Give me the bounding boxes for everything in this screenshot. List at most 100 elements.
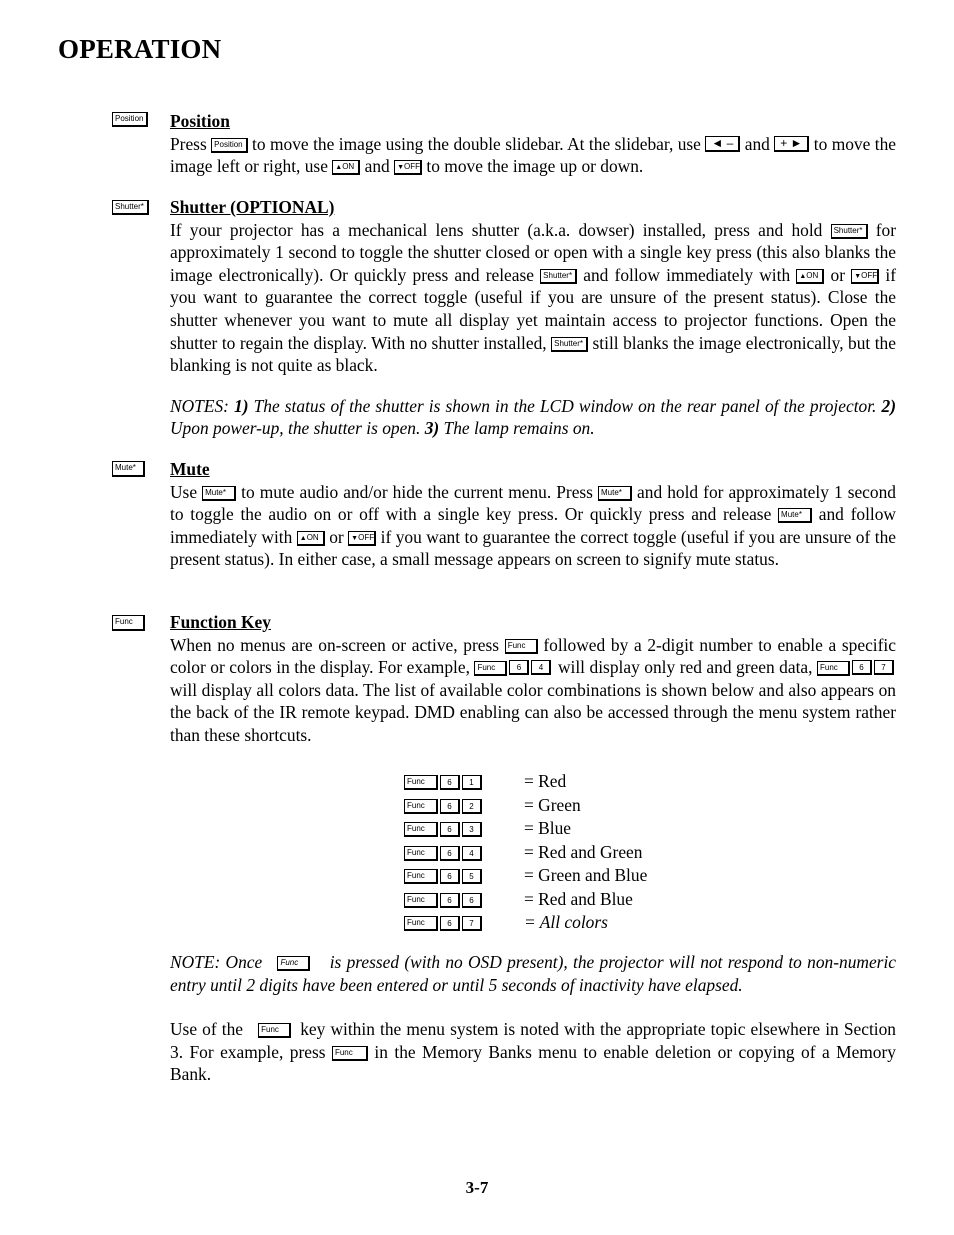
text-run: will display all colors data. The list o…: [170, 679, 896, 745]
position-key-icon: Position: [211, 137, 248, 153]
digit-key-icon: 2: [462, 798, 482, 814]
key-label: OFF: [358, 532, 375, 542]
color-combination-label: = Blue: [524, 818, 572, 838]
text-run: The lamp remains on.: [439, 418, 595, 439]
func-key-icon: Func: [404, 845, 438, 861]
digit-key-icon: 3: [462, 822, 482, 837]
func-key-icon: Func: [404, 869, 438, 884]
page-number: 3-7: [465, 1178, 489, 1197]
text-run: NOTES:: [170, 395, 235, 416]
text-run: NOTE: Once: [170, 952, 268, 972]
position-section: Position Press Position to move the imag…: [170, 110, 896, 178]
note-number: 3): [424, 418, 440, 439]
function-key-note: NOTE: Once Func is pressed (with no OSD …: [170, 951, 896, 996]
shutter-text: If your projector has a mechanical lens …: [170, 219, 896, 377]
func-key-icon: Func: [504, 638, 538, 654]
text-run: and: [740, 133, 775, 154]
key-label: ON: [806, 270, 819, 280]
text-run: to mute audio and/or hide the current me…: [236, 481, 598, 502]
digit-key-icon: 6: [440, 775, 460, 790]
text-run: and follow immediately with: [577, 264, 797, 285]
text-run: Upon power-up, the shutter is open.: [170, 418, 425, 439]
text-run: When no menus are on-screen or active, p…: [170, 634, 505, 655]
digit-key-icon: 6: [462, 892, 482, 908]
text-run: or: [324, 526, 349, 547]
func-key-icon: Func: [112, 615, 145, 631]
key-label: ON: [306, 532, 319, 542]
func-6-4-key-sequence: Func 6 4: [474, 656, 553, 679]
key-sequence: Func 6 4: [404, 845, 484, 864]
position-heading: Position: [170, 111, 230, 131]
key-sequence: Func 6 5: [404, 869, 484, 887]
key-label: OFF: [404, 162, 421, 172]
color-combination-label: = Red and Green: [524, 841, 643, 862]
text-run: If your projector has a mechanical lens …: [170, 219, 831, 240]
func-key-icon: Func: [331, 1045, 368, 1061]
up-triangle-icon: ▲: [299, 534, 307, 542]
position-text: Press Position to move the image using t…: [170, 133, 896, 178]
right-arrow-key-icon: + ►: [774, 135, 810, 152]
text-run: Use of the: [170, 1019, 249, 1039]
key-sequence: Func 6 3: [404, 822, 484, 840]
digit-key-icon: 7: [874, 660, 894, 676]
shutter-section: Shutter (OPTIONAL) If your projector has…: [170, 196, 896, 440]
off-key-icon: ▼OFF: [851, 268, 880, 284]
on-key-icon: ▲ON: [332, 160, 361, 176]
func-key-icon: Func: [404, 892, 438, 908]
digit-key-icon: 6: [440, 798, 460, 814]
digit-key-icon: 6: [440, 892, 460, 908]
func-key-icon: Func: [404, 916, 438, 931]
func-key-icon: Func: [474, 661, 508, 677]
key-sequence: Func 6 2: [404, 798, 484, 817]
color-combination-label: = Green: [524, 794, 581, 815]
key-sequence: Func 6 6: [404, 892, 484, 911]
digit-key-icon: 4: [462, 845, 482, 861]
digit-key-icon: 1: [462, 775, 482, 790]
text-run: will display only red and green data,: [553, 657, 817, 678]
note-number: 2): [881, 395, 897, 416]
function-key-section: Function Key When no menus are on-screen…: [170, 611, 896, 747]
key-label: ON: [342, 162, 355, 172]
digit-key-icon: 6: [440, 822, 460, 837]
func-key-icon: Func: [258, 1023, 292, 1038]
digit-key-icon: 6: [509, 660, 530, 676]
digit-key-icon: 7: [462, 916, 482, 931]
digit-key-icon: 6: [440, 845, 460, 861]
digit-key-icon: 5: [462, 869, 482, 884]
digit-key-icon: 6: [440, 869, 460, 884]
mute-key-icon: Mute*: [598, 485, 632, 501]
shutter-key-icon: Shutter*: [551, 336, 589, 352]
function-key-text: When no menus are on-screen or active, p…: [170, 634, 896, 747]
func-6-7-key-sequence: Func 6 7: [817, 656, 896, 679]
key-sequence: Func 6 1: [404, 775, 484, 793]
page-title: OPERATION: [58, 34, 222, 64]
color-combination-label: = Red and Blue: [524, 888, 633, 909]
mute-heading: Mute: [170, 459, 210, 479]
text-run: and: [360, 156, 395, 177]
on-key-icon: ▲ON: [296, 530, 325, 546]
key-label: OFF: [861, 270, 878, 280]
func-key-icon: Func: [404, 822, 438, 837]
text-run: The status of the shutter is shown in th…: [248, 395, 882, 416]
key-sequence: Func 6 7: [404, 916, 484, 934]
text-run: Use: [170, 481, 203, 502]
note-number: 1): [234, 395, 249, 416]
mute-text: Use Mute* to mute audio and/or hide the …: [170, 481, 896, 571]
color-combination-label: = Green and Blue: [524, 865, 648, 885]
left-arrow-key-icon: ◄ –: [705, 135, 741, 152]
mute-key-icon: Mute*: [202, 485, 237, 501]
on-key-icon: ▲ON: [796, 268, 825, 284]
func-key-icon: Func: [404, 798, 438, 814]
color-combination-label: = Red: [524, 771, 567, 791]
shutter-notes: NOTES: 1) The status of the shutter is s…: [170, 395, 896, 440]
position-key-icon: Position: [112, 112, 149, 127]
func-key-icon: Func: [277, 956, 311, 971]
mute-key-icon: Mute*: [778, 508, 813, 524]
shutter-heading: Shutter (OPTIONAL): [170, 197, 335, 217]
func-key-icon: Func: [817, 661, 850, 677]
off-key-icon: ▼OFF: [348, 530, 377, 546]
off-key-icon: ▼OFF: [394, 160, 423, 176]
text-run: or: [824, 264, 852, 285]
mute-key-icon: Mute*: [112, 461, 145, 477]
func-key-icon: Func: [404, 775, 438, 790]
